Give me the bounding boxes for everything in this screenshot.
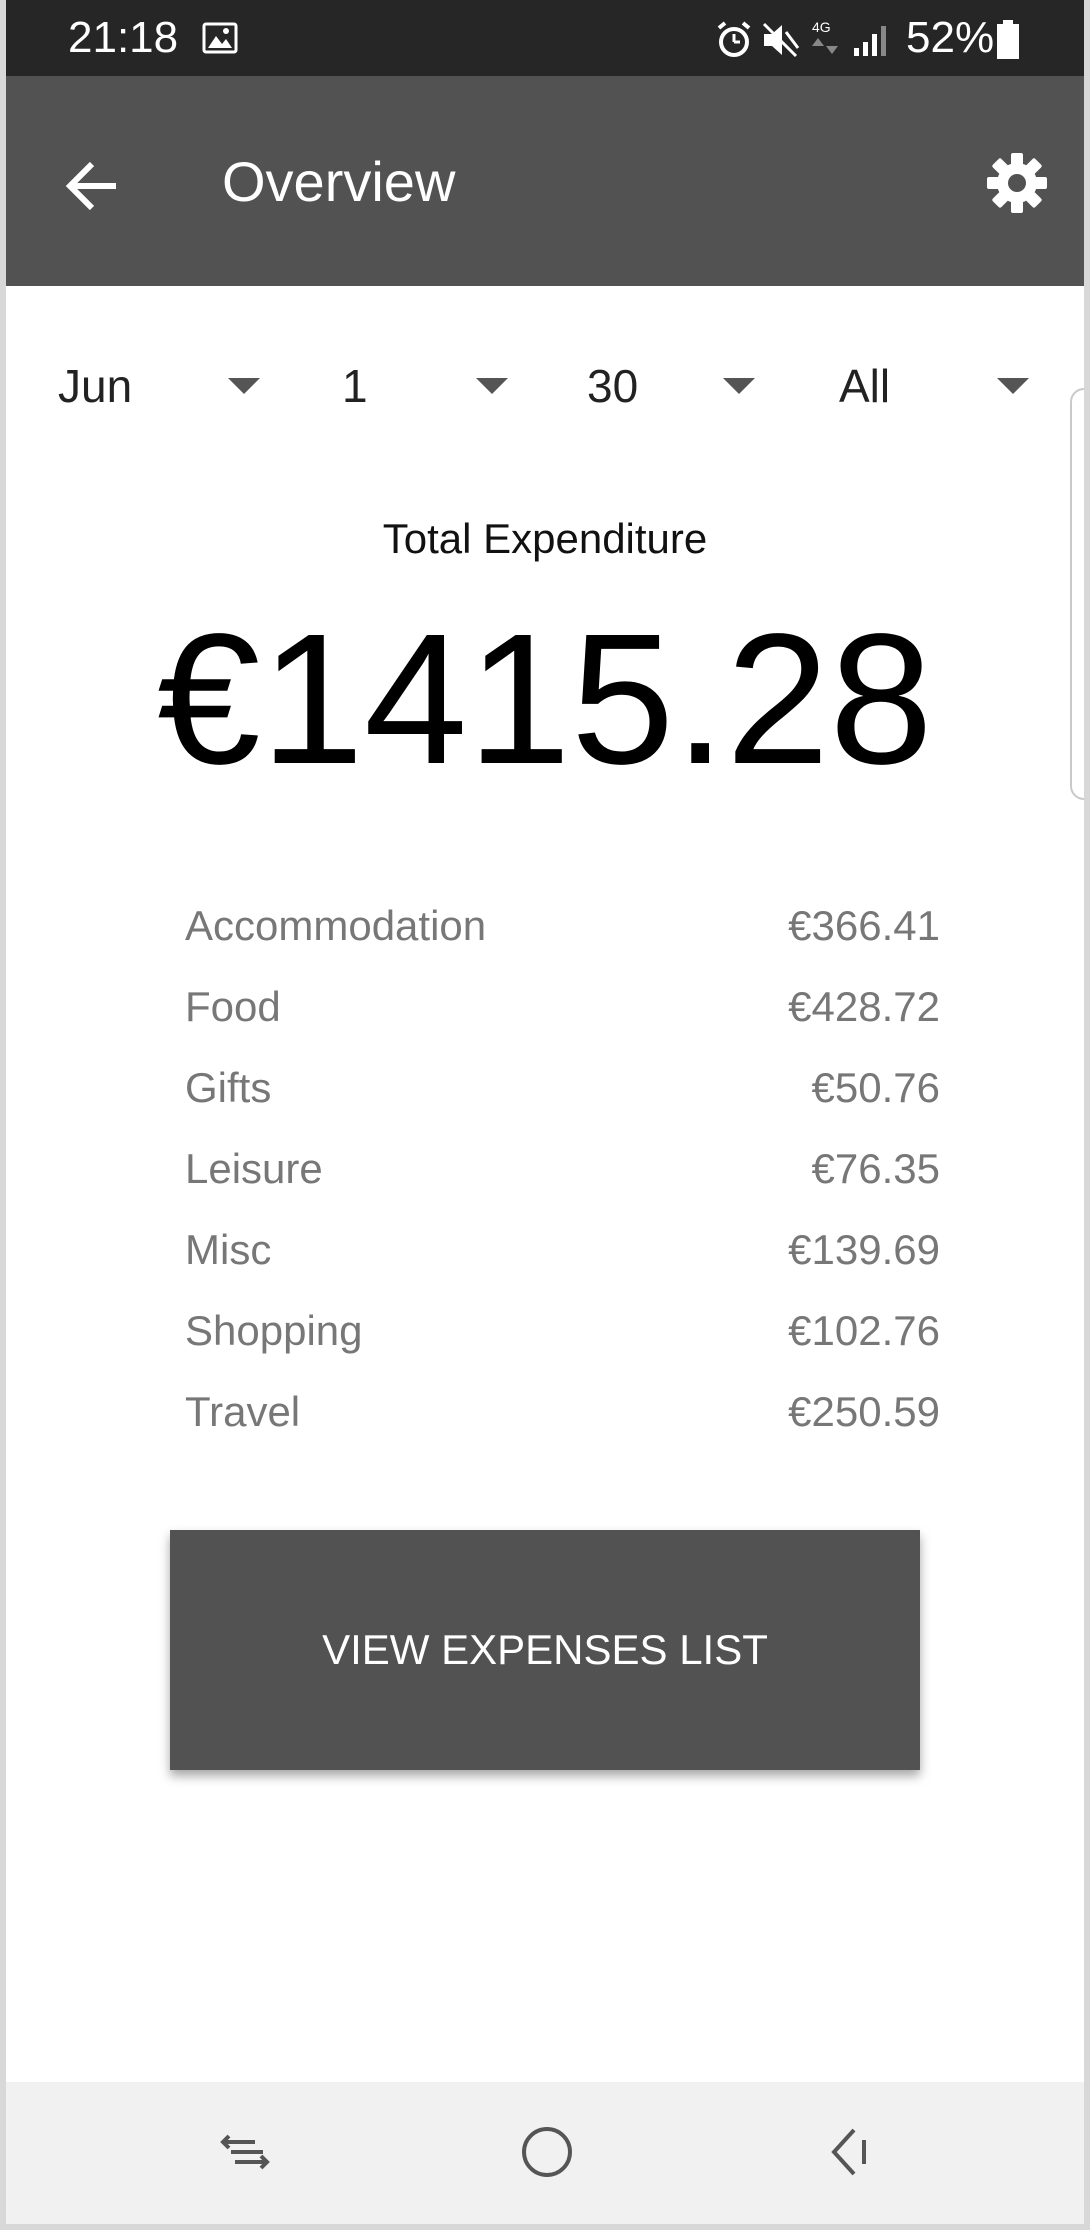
- list-item: Food €428.72: [185, 979, 940, 1060]
- start-day-dropdown[interactable]: 1: [342, 352, 512, 422]
- list-item: Shopping €102.76: [185, 1303, 940, 1384]
- battery-icon: [996, 20, 1020, 65]
- end-day-dropdown[interactable]: 30: [587, 352, 757, 422]
- category-name: Leisure: [185, 1145, 323, 1192]
- category-amount: €428.72: [788, 983, 940, 1030]
- category-amount: €76.35: [811, 1145, 940, 1192]
- dropdown-arrow-icon: [997, 378, 1029, 394]
- view-expenses-list-button[interactable]: VIEW EXPENSES LIST: [170, 1530, 920, 1770]
- category-amount: €102.76: [788, 1307, 940, 1354]
- category-amount: €50.76: [811, 1064, 940, 1111]
- recent-apps-icon[interactable]: [215, 2122, 275, 2182]
- alarm-icon: [714, 20, 754, 65]
- page-title: Overview: [222, 150, 456, 213]
- battery-percent: 52%: [906, 13, 995, 62]
- gear-icon[interactable]: [984, 150, 1050, 216]
- category-name: Shopping: [185, 1307, 363, 1354]
- 4g-icon: 4G: [810, 18, 842, 65]
- list-item: Travel €250.59: [185, 1384, 940, 1465]
- category-name: Travel: [185, 1388, 301, 1435]
- month-dropdown-value: Jun: [58, 360, 133, 412]
- category-name: Food: [185, 983, 281, 1030]
- system-nav-bar: [0, 2082, 1090, 2230]
- dropdown-arrow-icon: [723, 378, 755, 394]
- image-icon: [202, 22, 238, 59]
- list-item: Misc €139.69: [185, 1222, 940, 1303]
- status-time: 21:18: [68, 13, 179, 62]
- mute-icon: [760, 20, 800, 65]
- category-amount: €366.41: [788, 902, 940, 949]
- list-item: Accommodation €366.41: [185, 898, 940, 979]
- category-dropdown-value: All: [839, 360, 891, 412]
- signal-icon: [852, 22, 892, 63]
- category-amount: €250.59: [788, 1388, 940, 1435]
- list-item: Gifts €50.76: [185, 1060, 940, 1141]
- category-list: Accommodation €366.41 Food €428.72 Gifts…: [185, 898, 940, 1465]
- back-icon[interactable]: [820, 2122, 880, 2182]
- category-name: Accommodation: [185, 902, 487, 949]
- arrow-left-icon[interactable]: [62, 156, 122, 216]
- dropdown-arrow-icon: [228, 378, 260, 394]
- app-bar: Overview: [6, 76, 1084, 286]
- total-expenditure-value: €1415.28: [157, 596, 933, 803]
- svg-text:4G: 4G: [812, 19, 831, 35]
- month-dropdown[interactable]: Jun: [58, 352, 268, 422]
- list-item: Leisure €76.35: [185, 1141, 940, 1222]
- category-name: Gifts: [185, 1064, 272, 1111]
- home-icon[interactable]: [517, 2122, 577, 2182]
- end-day-dropdown-value: 30: [587, 360, 639, 412]
- start-day-dropdown-value: 1: [342, 360, 368, 412]
- category-dropdown[interactable]: All: [839, 352, 1039, 422]
- status-bar: 21:18 4G 52%: [0, 0, 1090, 76]
- category-name: Misc: [185, 1226, 272, 1273]
- dropdown-arrow-icon: [476, 378, 508, 394]
- total-expenditure-label: Total Expenditure: [382, 515, 708, 562]
- category-amount: €139.69: [788, 1226, 940, 1273]
